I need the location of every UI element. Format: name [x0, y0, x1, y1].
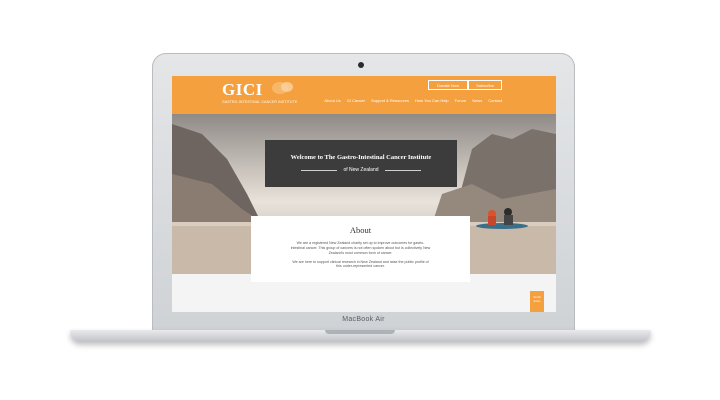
subscribe-button[interactable]: Subscribe: [468, 80, 502, 90]
site-header: GICI GASTRO-INTESTINAL CANCER INSTITUTE …: [172, 76, 556, 114]
scroll-down-button[interactable]: Scroll down: [530, 291, 544, 312]
camera-icon: [358, 62, 364, 68]
divider: [384, 169, 421, 171]
nav-item-gi-cancer[interactable]: GI Cancer: [347, 98, 365, 103]
device-label: MacBook Air: [342, 316, 385, 323]
nav-item-news[interactable]: News: [472, 98, 482, 103]
divider: [301, 169, 338, 171]
kayak-icon: [476, 208, 528, 229]
main-nav: About Us GI Cancer Support & Resources H…: [324, 98, 502, 103]
about-paragraph: We are a registered New Zealand charity …: [290, 241, 431, 255]
hero-title: Welcome to The Gastro-Intestinal Cancer …: [290, 154, 432, 161]
site-logo[interactable]: GICI: [222, 80, 263, 100]
nav-item-support[interactable]: Support & Resources: [371, 98, 409, 103]
laptop-notch: [325, 330, 395, 334]
nav-item-help[interactable]: How You Can Help: [415, 98, 449, 103]
nav-item-forum[interactable]: Forum: [455, 98, 467, 103]
welcome-banner: Welcome to The Gastro-Intestinal Cancer …: [265, 140, 457, 187]
about-heading: About: [349, 225, 372, 235]
nav-item-about[interactable]: About Us: [324, 98, 340, 103]
about-paragraph: We are here to support clinical research…: [292, 259, 429, 269]
donate-button[interactable]: Donate Now: [428, 80, 468, 90]
laptop-screen: GICI GASTRO-INTESTINAL CANCER INSTITUTE …: [172, 76, 556, 312]
about-card: About We are a registered New Zealand ch…: [251, 216, 470, 282]
logo-mark-icon: [272, 82, 293, 94]
logo-subtitle: GASTRO-INTESTINAL CANCER INSTITUTE: [222, 100, 298, 104]
nav-item-contact[interactable]: Contact: [488, 98, 502, 103]
hero-subtitle: of New Zealand: [343, 167, 379, 173]
